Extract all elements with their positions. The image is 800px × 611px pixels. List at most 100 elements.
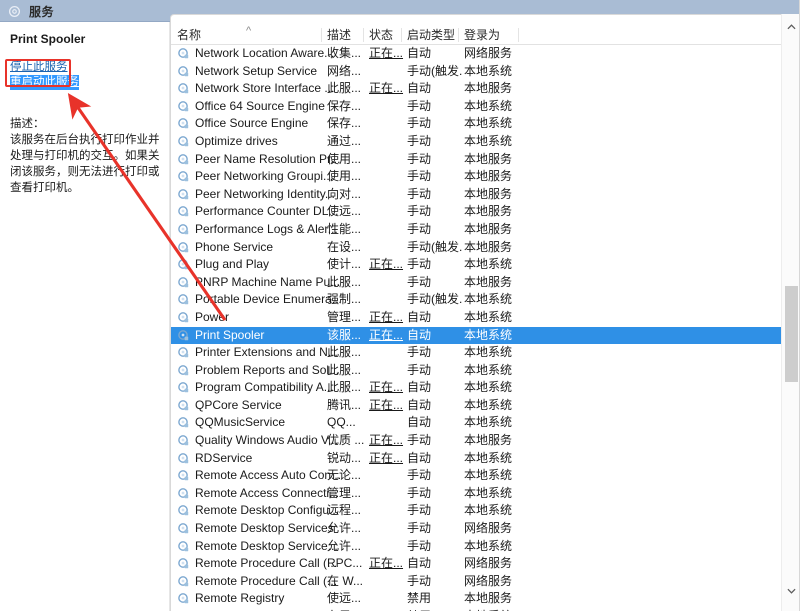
cell-log-on-as: 本地服务 (464, 186, 513, 201)
header-divider[interactable] (518, 28, 519, 42)
cell-log-on-as: 网络服务 (464, 46, 513, 60)
table-row[interactable]: Problem Reports and Sol... 此服... 手动 本地系统 (171, 362, 800, 380)
table-row[interactable]: Remote Desktop Services 允许... 手动 网络服务 (171, 520, 800, 538)
service-gear-icon (177, 364, 190, 377)
cell-startup-type: 自动 (407, 327, 432, 342)
table-row[interactable]: Remote Desktop Configu... 远程... 手动 本地系统 (171, 502, 800, 520)
cell-description: 使远... (327, 591, 362, 606)
cell-description: 在 W... (327, 573, 364, 588)
table-row[interactable]: Printer Extensions and N... 此服... 手动 本地系统 (171, 344, 800, 362)
cell-description: 使用... (327, 151, 362, 166)
cell-startup-type: 自动 (407, 81, 432, 96)
table-row-selected[interactable]: Print Spooler 该服... 正在... 自动 本地系统 (171, 326, 800, 345)
table-row[interactable]: QQMusicService QQ... 自动 本地系统 (171, 414, 800, 432)
cell-description: 此服... (327, 345, 362, 360)
cell-description: 收集... (327, 46, 362, 60)
cell-description: 优质 ... (327, 433, 365, 448)
service-action-links: 停止此服务 重启动此服务 (10, 60, 161, 90)
cell-startup-type: 自动 (407, 46, 432, 60)
cell-name: Remote Registry (195, 591, 285, 606)
service-gear-icon (177, 47, 190, 60)
table-row[interactable]: Plug and Play 使计... 正在... 手动 本地系统 (171, 256, 800, 274)
table-row[interactable]: Phone Service 在设... 手动(触发... 本地服务 (171, 239, 800, 257)
cell-log-on-as: 本地服务 (464, 151, 513, 166)
table-row[interactable]: QPCore Service 腾讯... 正在... 自动 本地系统 (171, 397, 800, 415)
service-gear-icon (177, 416, 190, 429)
table-row[interactable]: PNRP Machine Name Pu... 此服... 手动 本地服务 (171, 274, 800, 292)
table-row[interactable]: Network Store Interface ... 此服... 正在... 自动 本… (171, 80, 800, 98)
cell-startup-type: 手动 (407, 204, 432, 219)
cell-name: Printer Extensions and N... (195, 345, 338, 360)
column-header-log-on-as[interactable]: 登录为 (464, 27, 500, 43)
column-header-status[interactable]: 状态 (369, 27, 393, 43)
cell-startup-type: 手动 (407, 573, 432, 588)
cell-log-on-as: 本地系统 (464, 98, 513, 113)
cell-log-on-as: 本地系统 (464, 503, 513, 518)
cell-description: 此服... (327, 274, 362, 289)
table-row[interactable]: Peer Networking Groupi... 使用... 手动 本地服务 (171, 168, 800, 186)
stop-service-link[interactable]: 停止此服务 (10, 60, 68, 75)
cell-description: 保存... (327, 116, 362, 131)
cell-log-on-as: 本地服务 (464, 81, 513, 96)
header-divider[interactable] (321, 28, 322, 42)
table-row[interactable]: Optimize drives 通过... 手动 本地系统 (171, 133, 800, 151)
cell-name: RDService (195, 450, 253, 465)
table-row[interactable]: Performance Logs & Aler... 性能... 手动 本地服务 (171, 221, 800, 239)
service-description: 描述： 该服务在后台执行打印作业并处理与打印机的交互。如果关闭该服务，则无法进行… (10, 116, 161, 196)
column-header-name[interactable]: 名称 (177, 27, 201, 43)
scroll-up-icon[interactable] (782, 18, 800, 35)
cell-description: 此服... (327, 81, 362, 96)
table-row[interactable]: Remote Access Connecti... 管理... 手动 本地系统 (171, 485, 800, 503)
table-row[interactable]: Remote Desktop Service... 允许... 手动 本地系统 (171, 538, 800, 556)
service-gear-icon (177, 82, 190, 95)
column-header-description[interactable]: 描述 (327, 27, 351, 43)
description-text: 该服务在后台执行打印作业并处理与打印机的交互。如果关闭该服务，则无法进行打印或查… (10, 134, 160, 194)
cell-description: 网络... (327, 63, 362, 78)
table-row[interactable]: Peer Networking Identity... 向对... 手动 本地服务 (171, 186, 800, 204)
table-row[interactable]: Portable Device Enumera... 强制... 手动(触发... 本… (171, 291, 800, 309)
cell-description: 在设... (327, 239, 362, 254)
cell-name: Peer Networking Identity... (195, 186, 335, 201)
header-divider[interactable] (363, 28, 364, 42)
column-header-startup-type[interactable]: 启动类型 (407, 27, 455, 43)
table-row[interactable]: Program Compatibility A... 此服... 正在... 自动 本地… (171, 379, 800, 397)
cell-log-on-as: 本地服务 (464, 204, 513, 219)
scrollbar-thumb[interactable] (785, 286, 798, 382)
cell-log-on-as: 本地服务 (464, 239, 513, 254)
cell-startup-type: 禁用 (407, 591, 432, 606)
service-gear-icon (177, 241, 190, 254)
table-row[interactable]: Remote Access Auto Con... 无论... 手动 本地系统 (171, 467, 800, 485)
cell-startup-type: 自动 (407, 415, 432, 430)
table-row[interactable]: Power 管理... 正在... 自动 本地系统 (171, 309, 800, 327)
cell-name: Quality Windows Audio V... (195, 433, 338, 448)
cell-log-on-as: 本地系统 (464, 133, 513, 148)
cell-startup-type: 手动 (407, 362, 432, 377)
vertical-scrollbar[interactable] (781, 14, 800, 611)
table-row[interactable]: Network Location Aware... 收集... 正在... 自动 网络服… (171, 45, 800, 63)
table-row[interactable]: Peer Name Resolution Pr... 使用... 手动 本地服务 (171, 151, 800, 169)
cell-log-on-as: 本地系统 (464, 292, 513, 307)
scroll-down-icon[interactable] (782, 582, 800, 599)
list-header-row: 名称 ^ 描述 状态 启动类型 登录为 (171, 25, 800, 45)
cell-log-on-as: 本地系统 (464, 116, 513, 131)
cell-name: QPCore Service (195, 397, 282, 412)
table-row[interactable]: Office Source Engine 保存... 手动 本地系统 (171, 115, 800, 133)
table-row[interactable]: Office 64 Source Engine 保存... 手动 本地系统 (171, 98, 800, 116)
cell-description: 该服... (327, 327, 362, 342)
table-row[interactable]: Remote Procedure Call (... RPC... 正在... 自动 网… (171, 555, 800, 573)
table-row[interactable]: RDService 锐动... 正在... 自动 本地系统 (171, 450, 800, 468)
table-row[interactable]: Quality Windows Audio V... 优质 ... 正在... 手动 本… (171, 432, 800, 450)
table-row[interactable]: Remote Registry 使远... 禁用 本地服务 (171, 590, 800, 608)
cell-startup-type: 手动 (407, 433, 432, 448)
table-row[interactable]: Remote Procedure Call (... 在 W... 手动 网络服务 (171, 573, 800, 591)
cell-log-on-as: 网络服务 (464, 573, 513, 588)
table-row[interactable]: Performance Counter DL... 使远... 手动 本地服务 (171, 203, 800, 221)
services-list-rows[interactable]: Network Location Aware... 收集... 正在... 自动 网络服… (171, 45, 800, 611)
header-divider[interactable] (458, 28, 459, 42)
table-row[interactable]: Network Setup Service 网络... 手动(触发... 本地系统 (171, 63, 800, 81)
cell-log-on-as: 本地系统 (464, 485, 513, 500)
restart-service-link[interactable]: 重启动此服务 (10, 75, 79, 90)
service-details-pane: Print Spooler 停止此服务 重启动此服务 描述： 该服务在后台执行打… (0, 22, 170, 611)
header-divider[interactable] (401, 28, 402, 42)
cell-startup-type: 手动(触发... (407, 63, 463, 78)
